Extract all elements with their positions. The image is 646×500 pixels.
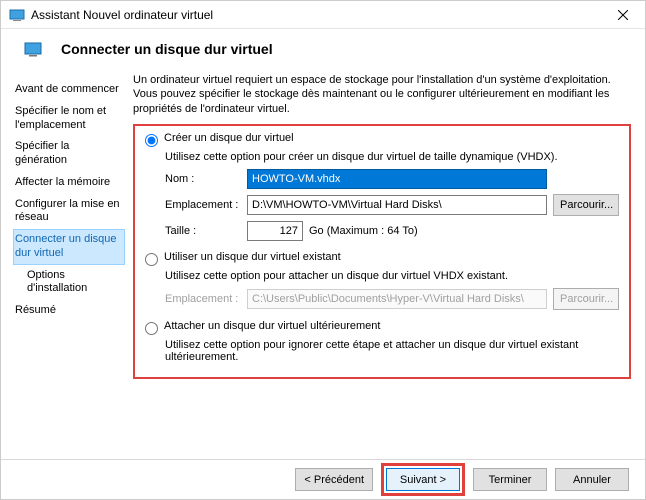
finish-button[interactable]: Terminer: [473, 468, 547, 491]
option-later-desc: Utilisez cette option pour ignorer cette…: [165, 339, 619, 363]
name-input[interactable]: [247, 169, 547, 189]
option-use-existing: Utiliser un disque dur virtuel existant …: [145, 251, 619, 310]
name-label: Nom :: [165, 173, 247, 185]
step-generation[interactable]: Spécifier la génération: [13, 136, 125, 172]
location-label: Emplacement :: [165, 199, 247, 211]
step-memory[interactable]: Affecter la mémoire: [13, 172, 125, 194]
option-later-label: Attacher un disque dur virtuel ultérieur…: [164, 320, 380, 332]
radio-attach-later[interactable]: [145, 322, 158, 335]
intro-text: Un ordinateur virtuel requiert un espace…: [133, 73, 631, 116]
step-summary[interactable]: Résumé: [13, 300, 125, 322]
option-attach-later: Attacher un disque dur virtuel ultérieur…: [145, 320, 619, 363]
size-input[interactable]: [247, 221, 303, 241]
previous-button[interactable]: < Précédent: [295, 468, 373, 491]
option-create-desc: Utilisez cette option pour créer un disq…: [165, 151, 619, 163]
step-before-begin[interactable]: Avant de commencer: [13, 79, 125, 101]
step-connect-vhd[interactable]: Connecter un disque dur virtuel: [13, 229, 125, 265]
step-network[interactable]: Configurer la mise en réseau: [13, 194, 125, 230]
cancel-button[interactable]: Annuler: [555, 468, 629, 491]
size-label: Taille :: [165, 225, 247, 237]
step-install-options[interactable]: Options d'installation: [13, 265, 125, 301]
page-title: Connecter un disque dur virtuel: [61, 41, 273, 57]
size-suffix: Go (Maximum : 64 To): [309, 225, 418, 237]
use-location-label: Emplacement :: [165, 293, 247, 305]
location-input[interactable]: [247, 195, 547, 215]
browse-button[interactable]: Parcourir...: [553, 194, 619, 216]
next-button[interactable]: Suivant >: [386, 468, 460, 491]
option-use-desc: Utilisez cette option pour attacher un d…: [165, 270, 619, 282]
titlebar: Assistant Nouvel ordinateur virtuel: [1, 1, 645, 29]
close-icon: [618, 10, 628, 20]
radio-use-existing[interactable]: [145, 253, 158, 266]
wizard-footer: < Précédent Suivant > Terminer Annuler: [1, 459, 645, 499]
option-create-label: Créer un disque dur virtuel: [164, 132, 294, 144]
option-use-label: Utiliser un disque dur virtuel existant: [164, 251, 341, 263]
step-name-location[interactable]: Spécifier le nom et l'emplacement: [13, 101, 125, 137]
radio-create-vhd[interactable]: [145, 134, 158, 147]
wizard-steps: Avant de commencer Spécifier le nom et l…: [1, 73, 125, 379]
use-browse-button: Parcourir...: [553, 288, 619, 310]
next-highlight: Suivant >: [381, 463, 465, 496]
wizard-icon: [23, 39, 43, 59]
wizard-content: Un ordinateur virtuel requiert un espace…: [125, 73, 645, 379]
option-create: Créer un disque dur virtuel Utilisez cet…: [145, 132, 619, 241]
option-highlight-box: Créer un disque dur virtuel Utilisez cet…: [133, 124, 631, 379]
app-icon: [9, 7, 25, 23]
close-button[interactable]: [601, 1, 645, 29]
window-title: Assistant Nouvel ordinateur virtuel: [31, 8, 601, 22]
use-location-input: [247, 289, 547, 309]
wizard-header: Connecter un disque dur virtuel: [1, 29, 645, 73]
